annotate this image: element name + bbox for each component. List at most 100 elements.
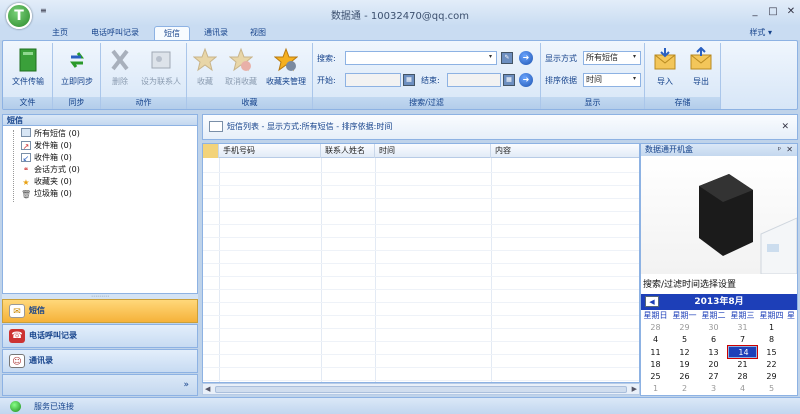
search-input[interactable]	[345, 51, 497, 65]
tree-item-all-messages[interactable]: 所有短信 (0)	[21, 128, 80, 140]
calendar-day[interactable]: 19	[670, 359, 699, 371]
sort-by-dropdown-icon[interactable]: ▾	[633, 75, 636, 82]
column-phone[interactable]: 手机号码	[219, 144, 321, 158]
scroll-right-icon[interactable]: ▶	[632, 385, 637, 393]
unfavorite-label: 取消收藏	[225, 77, 257, 86]
calendar-day[interactable]: 12	[670, 347, 699, 359]
calendar-day[interactable]: 14	[727, 345, 758, 359]
calendar-day[interactable]: 26	[670, 371, 699, 383]
ribbon: 文件传输 文件 立即同步 同步 删除 设为联系人 动作 收藏 取消收藏 收藏夹管…	[2, 40, 798, 110]
calendar-day[interactable]: 30	[699, 322, 728, 334]
calendar-day[interactable]: 8	[757, 334, 786, 346]
calendar-day[interactable]: 4	[728, 383, 757, 395]
tree-item-inbox[interactable]: ↙ 收件箱 (0)	[21, 152, 72, 164]
calendar-day[interactable]: 4	[641, 334, 670, 346]
calendar-day[interactable]: 1	[641, 383, 670, 395]
unfavorite-button[interactable]: 取消收藏	[221, 47, 261, 87]
close-button[interactable]: ✕	[784, 5, 798, 19]
scroll-thumb[interactable]	[215, 386, 627, 393]
tree-item-favorites[interactable]: ★ 收藏夹 (0)	[21, 176, 71, 188]
calendar-day[interactable]: 29	[670, 322, 699, 334]
ribbon-tabs: 主页 电话呼叫记录 短信 通讯录 视图	[0, 26, 800, 40]
calendar-day[interactable]: 25	[641, 371, 670, 383]
calendar-day[interactable]: 27	[699, 371, 728, 383]
nav-sms[interactable]: ✉ 短信	[2, 299, 198, 323]
column-content[interactable]: 内容	[491, 144, 639, 158]
tree-item-trash[interactable]: 🗑 垃圾箱 (0)	[21, 188, 72, 200]
file-transfer-button[interactable]: 文件传输	[5, 47, 51, 87]
tab-home[interactable]: 主页	[42, 26, 78, 40]
calendar-day[interactable]: 18	[641, 359, 670, 371]
nav-call-records[interactable]: ☎ 电话呼叫记录	[2, 324, 198, 348]
calendar-day[interactable]: 28	[728, 371, 757, 383]
calendar-day[interactable]: 21	[728, 359, 757, 371]
scroll-left-icon[interactable]: ◀	[205, 385, 210, 393]
filter-go-button[interactable]: ➜	[519, 73, 533, 87]
import-button[interactable]: 导入	[647, 47, 683, 87]
group-label-display: 显示	[541, 97, 644, 109]
tree-item-outbox[interactable]: ↗ 发件箱 (0)	[21, 140, 72, 152]
calendar-day[interactable]: 11	[641, 347, 670, 359]
end-label: 结束:	[421, 76, 440, 85]
tree-connector	[13, 130, 19, 202]
calendar-day[interactable]: 7	[728, 334, 757, 346]
search-dropdown-icon[interactable]: ▾	[489, 53, 492, 60]
tab-view[interactable]: 视图	[242, 26, 274, 40]
calendar-day[interactable]: 1	[757, 322, 786, 334]
calendar-day[interactable]: 2	[670, 383, 699, 395]
delete-button[interactable]: 删除	[101, 47, 139, 87]
sms-list-header: 短信列表 - 显示方式:所有短信 - 排序依据:时间 ✕	[202, 114, 798, 140]
right-panel-close-icon[interactable]: ✕	[786, 144, 793, 156]
column-time[interactable]: 时间	[375, 144, 491, 158]
calendar-week-row: 18 19 20 21 22	[641, 359, 797, 371]
calendar-week-row: 11 12 13 14 15	[641, 345, 797, 359]
sms-grid[interactable]: 手机号码 联系人姓名 时间 内容	[202, 143, 640, 383]
unfavorite-icon	[228, 47, 254, 73]
start-calendar-icon[interactable]: ▦	[403, 74, 415, 86]
grid-row-line	[203, 185, 639, 186]
calendar-day[interactable]: 28	[641, 322, 670, 334]
end-date-input[interactable]	[447, 73, 501, 87]
favorites-manager-button[interactable]: 收藏夹管理	[261, 47, 311, 87]
search-go-button[interactable]: ➜	[519, 51, 533, 65]
sync-now-button[interactable]: 立即同步	[54, 47, 100, 87]
app-logo-icon[interactable]: T	[6, 3, 32, 29]
export-button[interactable]: 导出	[683, 46, 719, 87]
calendar-day[interactable]: 6	[699, 334, 728, 346]
calendar-day[interactable]: 5	[757, 383, 786, 395]
calendar-day[interactable]: 5	[670, 334, 699, 346]
calendar-day[interactable]: 20	[699, 359, 728, 371]
display-mode-dropdown-icon[interactable]: ▾	[633, 53, 636, 60]
calendar-day[interactable]: 22	[757, 359, 786, 371]
tab-call-records[interactable]: 电话呼叫记录	[82, 26, 148, 40]
filter-time-settings-title: 搜索/过滤时间选择设置	[643, 280, 737, 290]
list-close-icon[interactable]: ✕	[781, 115, 789, 139]
favorite-button[interactable]: 收藏	[187, 47, 223, 87]
style-menu[interactable]: 样式 ▾	[749, 27, 772, 38]
nav-contacts[interactable]: ☺ 通讯录	[2, 349, 198, 373]
calendar-day[interactable]: 29	[757, 371, 786, 383]
tree-item-label: 发件箱 (0)	[34, 141, 72, 150]
maximize-button[interactable]: □	[766, 5, 780, 19]
tab-sms[interactable]: 短信	[154, 26, 190, 40]
calendar-prev-button[interactable]: ◀	[645, 296, 659, 307]
column-contact-name[interactable]: 联系人姓名	[321, 144, 375, 158]
start-date-input[interactable]	[345, 73, 401, 87]
envelope-icon	[209, 121, 223, 132]
search-options-icon[interactable]: ✎	[501, 52, 513, 64]
set-as-contact-button[interactable]: 设为联系人	[137, 47, 185, 87]
minimize-button[interactable]: _	[748, 5, 762, 19]
tab-contacts[interactable]: 通讯录	[196, 26, 236, 40]
grid-divider	[219, 158, 220, 382]
calendar-day[interactable]: 15	[757, 347, 786, 359]
tree-item-conversation[interactable]: ❝ 会话方式 (0)	[21, 164, 80, 176]
pin-icon[interactable]: ᵖ	[778, 144, 781, 156]
calendar-day[interactable]: 3	[699, 383, 728, 395]
calendar-weekdays: 星期日 星期一 星期二 星期三 星期四星	[641, 310, 800, 322]
calendar-day[interactable]: 31	[728, 322, 757, 334]
status-text: 服务已连接	[34, 402, 74, 411]
calendar-day[interactable]: 13	[699, 347, 728, 359]
end-calendar-icon[interactable]: ▦	[503, 74, 515, 86]
horizontal-scrollbar[interactable]: ◀ ▶	[202, 383, 640, 395]
nav-expand-button[interactable]: »	[2, 374, 198, 396]
